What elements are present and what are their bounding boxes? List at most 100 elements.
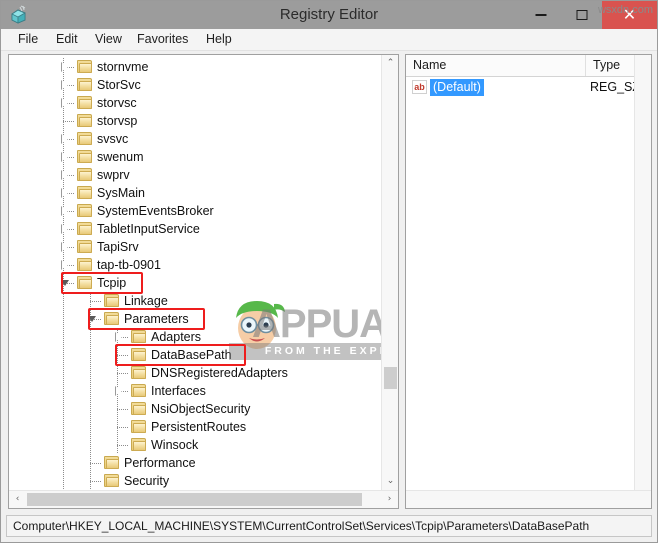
tree-expand-arrow-icon[interactable] — [61, 206, 70, 217]
folder-icon — [77, 114, 92, 127]
folder-icon — [77, 276, 92, 289]
tree-guide-line — [117, 427, 129, 428]
tree-item[interactable]: DNSRegisteredAdapters — [9, 364, 381, 382]
tree-item[interactable]: Performance — [9, 454, 381, 472]
tree-item[interactable]: storvsc — [9, 94, 381, 112]
tree-guide-line — [63, 418, 64, 436]
tree-item[interactable]: NsiObjectSecurity — [9, 400, 381, 418]
tree-item[interactable]: stornvme — [9, 58, 381, 76]
menu-item-view[interactable]: View — [88, 29, 129, 50]
menu-bar: File Edit View Favorites Help — [1, 29, 657, 51]
folder-icon — [131, 384, 146, 397]
tree-item[interactable]: Parameters — [9, 310, 381, 328]
folder-front — [79, 243, 92, 253]
tree-item[interactable]: PersistentRoutes — [9, 418, 381, 436]
tree-collapse-arrow-icon[interactable] — [88, 315, 97, 324]
tree-guide-line — [63, 400, 64, 418]
triangle-glyph — [116, 333, 122, 341]
tree-item[interactable]: storvsp — [9, 112, 381, 130]
registry-values-pane[interactable]: Name Type ab (Default) REG_SZ — [405, 54, 652, 509]
tree-item[interactable]: Security — [9, 472, 381, 490]
tree-expand-arrow-icon[interactable] — [61, 170, 70, 181]
tree-expand-arrow-icon[interactable] — [61, 62, 70, 73]
tree-item-label: NsiObjectSecurity — [151, 402, 251, 416]
triangle-glyph — [62, 171, 68, 179]
tree-scroll-right-button[interactable]: › — [381, 491, 398, 508]
value-row[interactable]: ab (Default) REG_SZ — [406, 78, 651, 97]
menu-item-help[interactable]: Help — [199, 29, 239, 50]
tree-item[interactable]: swprv — [9, 166, 381, 184]
tree-item-label: swenum — [97, 150, 144, 164]
tree-guide-line — [63, 364, 64, 382]
triangle-glyph — [62, 279, 68, 287]
folder-front — [79, 81, 92, 91]
tree-horizontal-scrollbar[interactable]: ‹ › — [9, 490, 398, 508]
tree-expand-arrow-icon[interactable] — [61, 80, 70, 91]
tree-guide-line — [117, 373, 129, 374]
menu-item-favorites[interactable]: Favorites — [130, 29, 195, 50]
tree-expand-arrow-icon[interactable] — [61, 260, 70, 271]
triangle-glyph — [62, 189, 68, 197]
values-horizontal-scrollbar[interactable] — [406, 490, 651, 508]
tree-guide-line — [63, 346, 64, 364]
tree-item-label: storvsc — [97, 96, 137, 110]
tree-expand-arrow-icon[interactable] — [61, 242, 70, 253]
tree-item[interactable]: StorSvc — [9, 76, 381, 94]
tree-item[interactable]: Adapters — [9, 328, 381, 346]
triangle-glyph — [62, 261, 68, 269]
tree-item-label: Performance — [124, 456, 196, 470]
tree-vertical-scrollbar[interactable]: ⌃ ⌄ — [381, 55, 398, 490]
tree-item[interactable]: swenum — [9, 148, 381, 166]
tree-guide-line — [63, 382, 64, 400]
tree-collapse-arrow-icon[interactable] — [61, 279, 70, 288]
tree-scroll-up-button[interactable]: ⌃ — [382, 55, 398, 72]
tree-item[interactable]: DataBasePath — [9, 346, 381, 364]
tree-item[interactable]: TabletInputService — [9, 220, 381, 238]
folder-icon — [131, 438, 146, 451]
menu-item-file[interactable]: File — [11, 29, 45, 50]
tree-expand-arrow-icon[interactable] — [61, 98, 70, 109]
tree-item[interactable]: TapiSrv — [9, 238, 381, 256]
tree-expand-arrow-icon[interactable] — [61, 134, 70, 145]
folder-icon — [104, 456, 119, 469]
tree-expand-arrow-icon[interactable] — [61, 152, 70, 163]
menu-item-edit[interactable]: Edit — [49, 29, 85, 50]
tree-item-label: Tcpip — [97, 276, 127, 290]
tree-expand-arrow-icon[interactable] — [61, 224, 70, 235]
tree-guide-line — [63, 472, 64, 490]
tree-expand-arrow-icon[interactable] — [61, 188, 70, 199]
values-vertical-scrollbar[interactable] — [634, 55, 651, 508]
tree-item[interactable]: Winsock — [9, 436, 381, 454]
tree-item[interactable]: SystemEventsBroker — [9, 202, 381, 220]
tree-vertical-scroll-thumb[interactable] — [384, 367, 397, 389]
folder-icon — [77, 150, 92, 163]
title-bar: Registry Editor ✕ — [1, 1, 657, 29]
column-header-name[interactable]: Name — [406, 55, 586, 76]
tree-expand-arrow-icon[interactable] — [115, 386, 124, 397]
tree-item[interactable]: Interfaces — [9, 382, 381, 400]
tree-item[interactable]: SysMain — [9, 184, 381, 202]
folder-icon — [104, 294, 119, 307]
tree-scroll-down-button[interactable]: ⌄ — [382, 473, 398, 490]
tree-horizontal-scroll-thumb[interactable] — [27, 493, 362, 506]
tree-item-label: Linkage — [124, 294, 168, 308]
tree-item[interactable]: tap-tb-0901 — [9, 256, 381, 274]
tree-item[interactable]: svsvc — [9, 130, 381, 148]
folder-front — [79, 63, 92, 73]
maximize-button[interactable] — [561, 1, 602, 29]
tree-scroll-left-button[interactable]: ‹ — [9, 491, 26, 508]
minimize-button[interactable] — [520, 1, 561, 29]
registry-tree-pane[interactable]: stornvme StorSvc storvsc storvsp svsvc swenum… — [8, 54, 399, 509]
tree-item-label: PersistentRoutes — [151, 420, 247, 434]
tree-guide-line — [90, 436, 91, 454]
folder-icon — [77, 258, 92, 271]
tree-item[interactable]: Linkage — [9, 292, 381, 310]
folder-icon — [131, 366, 146, 379]
tree-expand-arrow-icon[interactable] — [115, 332, 124, 343]
tree-guide-line — [90, 346, 91, 364]
triangle-glyph — [62, 81, 68, 89]
value-name[interactable]: (Default) — [430, 79, 484, 96]
tree-item-label: SysMain — [97, 186, 145, 200]
folder-icon — [77, 186, 92, 199]
tree-item[interactable]: Tcpip — [9, 274, 381, 292]
